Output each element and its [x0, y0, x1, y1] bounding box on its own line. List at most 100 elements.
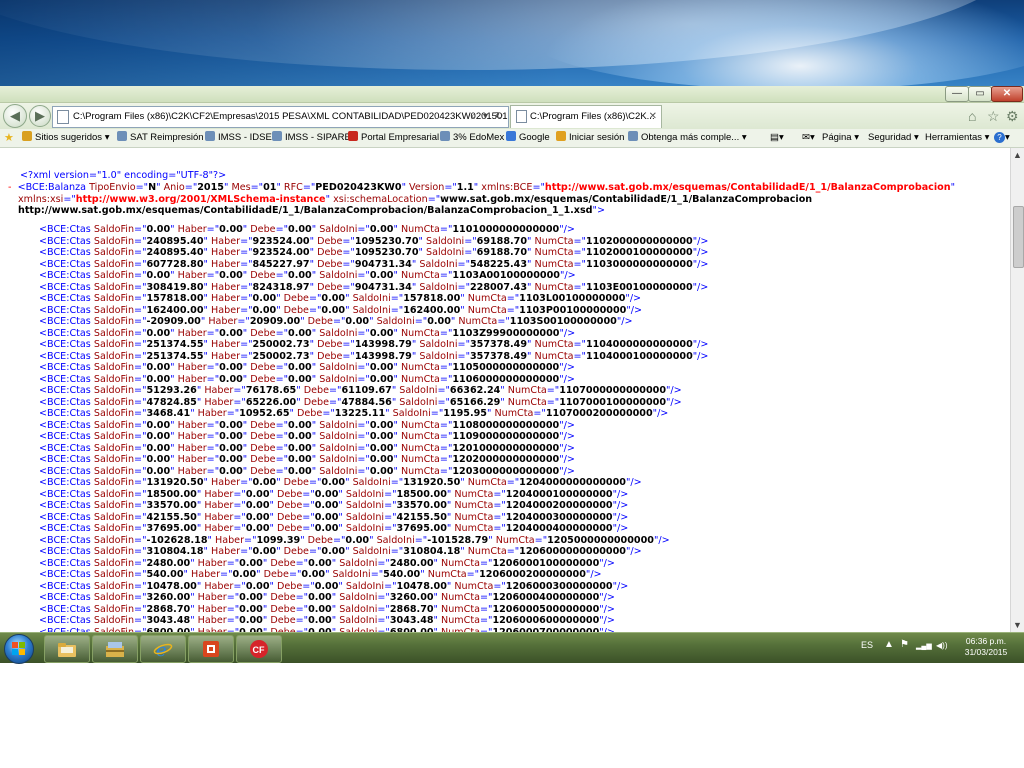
address-text: C:\Program Files (x86)\C2K\CF2\Empresas\…	[73, 111, 509, 122]
xml-ctas-row: <BCE:Ctas SaldoFin="37695.00" Haber="0.0…	[39, 523, 629, 534]
fav-suggested-sites[interactable]: Sitios sugeridos ▾	[22, 129, 109, 147]
collapse-toggle[interactable]: -	[8, 182, 11, 193]
explorer-folders-button[interactable]	[44, 635, 90, 663]
fav-obtenga-mas[interactable]: Obtenga más comple... ▾	[628, 129, 747, 147]
fav-iniciar-sesion[interactable]: Iniciar sesión	[556, 129, 624, 147]
xml-ctas-row: <BCE:Ctas SaldoFin="0.00" Haber="0.00" D…	[39, 373, 575, 385]
xml-ctas-row: <BCE:Ctas SaldoFin="0.00" Haber="0.00" D…	[39, 327, 576, 339]
tab-active[interactable]: C:\Program Files (x86)\C2K... ✕	[510, 105, 662, 128]
close-window-button[interactable]: ✕	[991, 86, 1023, 102]
vertical-scrollbar[interactable]: ▲ ▼	[1010, 148, 1024, 632]
fav-imss-sipare[interactable]: IMSS - SIPARE	[272, 129, 351, 147]
fav-imss-idse[interactable]: IMSS - IDSE	[205, 129, 272, 147]
clock-date: 31/03/2015	[964, 647, 1008, 657]
xml-ctas-row: <BCE:Ctas SaldoFin="0.00" Haber="0.00" D…	[39, 442, 575, 454]
mail-command[interactable]: ✉▾	[802, 129, 815, 147]
xml-ctas-row: <BCE:Ctas SaldoFin="0.00" Haber="0.00" D…	[39, 431, 575, 442]
show-hidden-icons-icon[interactable]: ▲	[884, 639, 894, 650]
xml-ctas-row: <BCE:Ctas SaldoFin="607728.80" Haber="84…	[39, 258, 709, 270]
back-button[interactable]: ◀	[3, 104, 27, 128]
xml-ctas-row: <BCE:Ctas SaldoFin="0.00" Haber="0.00" D…	[39, 454, 575, 465]
address-bar[interactable]: C:\Program Files (x86)\C2K\CF2\Empresas\…	[52, 106, 509, 128]
printer-icon: ▤	[770, 132, 779, 143]
title-bar: — ▭ ✕	[0, 86, 1024, 103]
cf-app-button[interactable]: CF	[236, 635, 282, 663]
scroll-up-arrow-icon[interactable]: ▲	[1013, 150, 1022, 160]
svg-text:e: e	[156, 640, 167, 658]
cf-icon: CF	[250, 640, 268, 658]
volume-icon[interactable]: ◀))	[936, 641, 947, 650]
page-icon	[57, 110, 69, 124]
xml-ctas-row: <BCE:Ctas SaldoFin="18500.00" Haber="0.0…	[39, 488, 629, 500]
fav-portal-empresarial[interactable]: Portal Empresarial	[348, 129, 439, 147]
xml-ctas-row: <BCE:Ctas SaldoFin="0.00" Haber="0.00" D…	[39, 465, 575, 477]
file-manager-icon	[106, 642, 124, 657]
fav-sat-reimpresion[interactable]: SAT Reimpresión	[117, 129, 204, 147]
xml-ctas-row: <BCE:Ctas SaldoFin="2868.70" Haber="0.00…	[39, 603, 615, 615]
page-menu[interactable]: Página ▾	[822, 129, 859, 147]
forward-button[interactable]: ▶	[29, 105, 51, 127]
favorites-bar: ★ Sitios sugeridos ▾ SAT Reimpresión IMS…	[0, 129, 1024, 148]
tab-close-icon[interactable]: ✕	[649, 106, 657, 128]
xml-ctas-row: <BCE:Ctas SaldoFin="240895.40" Haber="92…	[39, 247, 709, 258]
xml-document-view: <?xml version="1.0" encoding="UTF-8"?> -…	[0, 148, 1010, 632]
svg-text:CF: CF	[253, 645, 265, 655]
navigation-bar: ◀ ▶ C:\Program Files (x86)\C2K\CF2\Empre…	[0, 103, 1024, 129]
xml-ctas-row: <BCE:Ctas SaldoFin="0.00" Haber="0.00" D…	[39, 224, 575, 235]
xml-ctas-row: <BCE:Ctas SaldoFin="-20909.00" Haber="20…	[39, 316, 633, 327]
action-center-flag-icon[interactable]: ⚑	[900, 639, 909, 650]
xml-ctas-row: <BCE:Ctas SaldoFin="0.00" Haber="0.00" D…	[39, 362, 575, 373]
fav-google[interactable]: Google	[506, 129, 550, 147]
page-icon	[628, 131, 638, 141]
minimize-button[interactable]: —	[945, 86, 969, 102]
office-app-button[interactable]	[188, 635, 234, 663]
xml-ctas-row: <BCE:Ctas SaldoFin="162400.00" Haber="0.…	[39, 304, 643, 316]
print-command[interactable]: ▤▾	[770, 129, 784, 147]
folder-icon	[58, 643, 76, 657]
windows-logo-icon	[12, 642, 25, 655]
home-icon[interactable]: ⌂	[968, 108, 976, 124]
refresh-icon[interactable]: ↻	[495, 107, 503, 127]
xml-declaration: <?xml version="1.0" encoding="UTF-8"?>	[20, 170, 227, 181]
browser-window: — ▭ ✕ ◀ ▶ C:\Program Files (x86)\C2K\CF2…	[0, 86, 1024, 632]
clock-time: 06:36 p.m.	[965, 636, 1007, 646]
screen: — ▭ ✕ ◀ ▶ C:\Program Files (x86)\C2K\CF2…	[0, 0, 1024, 768]
tools-gear-icon[interactable]: ⚙	[1006, 108, 1019, 125]
xml-ctas-row: <BCE:Ctas SaldoFin="33570.00" Haber="0.0…	[39, 500, 629, 511]
favorites-star-icon[interactable]: ☆	[987, 108, 1000, 125]
help-menu[interactable]: ? ▾	[994, 129, 1010, 147]
scroll-down-arrow-icon[interactable]: ▼	[1013, 620, 1022, 630]
desktop-wallpaper	[0, 0, 1024, 90]
account-rows: <BCE:Ctas SaldoFin="0.00" Haber="0.00" D…	[39, 224, 708, 632]
scroll-thumb[interactable]	[1013, 206, 1024, 268]
xml-ctas-row: <BCE:Ctas SaldoFin="3468.41" Haber="1095…	[39, 408, 669, 419]
system-clock[interactable]: 06:36 p.m. 31/03/2015	[953, 636, 1019, 658]
internet-explorer-button[interactable]: e	[140, 635, 186, 663]
xml-ctas-row: <BCE:Ctas SaldoFin="3260.00" Haber="0.00…	[39, 592, 615, 603]
xml-ctas-row: <BCE:Ctas SaldoFin="42155.50" Haber="0.0…	[39, 511, 629, 523]
tools-menu[interactable]: Herramientas ▾	[925, 129, 989, 147]
favorites-star-icon[interactable]: ★	[4, 129, 14, 148]
ie-icon: e	[153, 640, 173, 658]
network-signal-icon[interactable]: ▂▄▆	[916, 642, 932, 650]
xml-ctas-row: <BCE:Ctas SaldoFin="251374.55" Haber="25…	[39, 339, 709, 350]
file-manager-button[interactable]	[92, 635, 138, 663]
maximize-button[interactable]: ▭	[968, 86, 992, 102]
search-icon[interactable]: ⌕	[471, 107, 477, 127]
language-indicator[interactable]: ES	[861, 640, 873, 650]
fav-edomex[interactable]: 3% EdoMex	[440, 129, 504, 147]
security-menu[interactable]: Seguridad ▾	[868, 129, 919, 147]
xml-root-element: - <BCE:Balanza TipoEnvio="N" Anio="2015"…	[8, 182, 956, 216]
xml-ctas-row: <BCE:Ctas SaldoFin="251374.55" Haber="25…	[39, 350, 709, 362]
xml-ctas-row: <BCE:Ctas SaldoFin="3043.48" Haber="0.00…	[39, 615, 615, 626]
suggested-sites-icon	[22, 131, 32, 141]
taskbar: e CF ES ▲ ⚑ ▂▄▆ ◀)) 06:36 p.m. 31/03/201…	[0, 632, 1024, 664]
xml-ctas-row: <BCE:Ctas SaldoFin="2480.00" Haber="0.00…	[39, 557, 615, 569]
xml-ctas-row: <BCE:Ctas SaldoFin="10478.00" Haber="0.0…	[39, 580, 629, 592]
start-button[interactable]	[4, 634, 34, 664]
ww-icon	[348, 131, 358, 141]
root-open-tag: <BCE:Balanza	[17, 182, 87, 193]
xml-ctas-row: <BCE:Ctas SaldoFin="51293.26" Haber="761…	[39, 385, 682, 396]
xml-ctas-row: <BCE:Ctas SaldoFin="0.00" Haber="0.00" D…	[39, 419, 575, 431]
dropdown-arrow-icon[interactable]: ▾	[483, 107, 488, 127]
